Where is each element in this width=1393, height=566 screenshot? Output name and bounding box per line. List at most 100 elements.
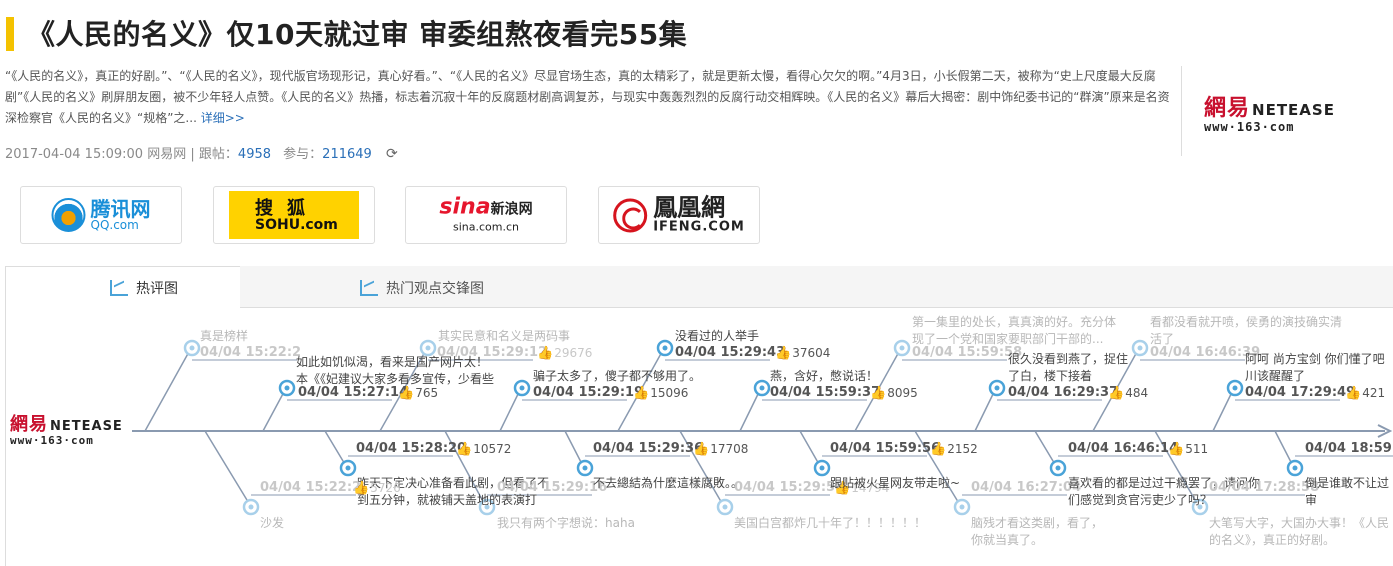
- like-count-value: 8095: [887, 386, 918, 400]
- rib-line: [144, 349, 191, 432]
- comment-node-dot-center: [722, 504, 728, 510]
- comment-text[interactable]: 骗子太多了，傻子都不够用了。: [533, 368, 733, 385]
- comment-time[interactable]: 04/04 17:28:58: [1209, 480, 1319, 495]
- comment-time[interactable]: 04/04 15:29:36: [593, 441, 703, 456]
- rib-line: [1034, 430, 1057, 467]
- comment-time[interactable]: 04/04 15:59:56: [830, 441, 940, 456]
- like-count-value: 765: [415, 386, 439, 400]
- thumb-up-icon: 👍: [1168, 442, 1185, 457]
- comment-node-dot-center: [899, 345, 905, 351]
- comment-time[interactable]: 04/04 15:29:58: [734, 480, 844, 495]
- comment-node-dot-center: [994, 385, 1000, 391]
- comment-time[interactable]: 04/04 15:29:16: [497, 480, 607, 495]
- rib-line: [204, 430, 251, 506]
- rib-line: [1212, 389, 1234, 432]
- comment-time[interactable]: 04/04 15:22:2: [200, 345, 301, 360]
- comment-node-dot-center: [959, 504, 965, 510]
- rib-line: [324, 430, 347, 467]
- rib-line: [499, 389, 521, 432]
- rib-line: [739, 389, 761, 432]
- comment-time[interactable]: 04/04 15:22:2: [260, 480, 361, 495]
- like-count[interactable]: 👍2152: [930, 442, 978, 457]
- comment-node-dot-center: [425, 345, 431, 351]
- comment-text[interactable]: 跟贴被火星网友带走啦~: [830, 475, 990, 492]
- comment-text[interactable]: 很久没看到燕了，捉住了白，楼下接着: [1008, 351, 1128, 385]
- rib-line: [1274, 430, 1294, 467]
- like-count[interactable]: 👍10572: [456, 442, 511, 457]
- comment-node-dot-center: [248, 504, 254, 510]
- like-count-value: 37604: [792, 346, 831, 360]
- like-count[interactable]: 👍484: [1108, 386, 1148, 401]
- comment-time[interactable]: 04/04 15:29:12: [437, 345, 547, 360]
- comment-node-dot-center: [189, 345, 195, 351]
- like-count-value: 484: [1125, 386, 1149, 400]
- like-count-value: 511: [1185, 442, 1209, 456]
- thumb-up-icon: 👍: [775, 346, 792, 361]
- comment-node-dot-center: [819, 465, 825, 471]
- like-count[interactable]: 👍421: [1345, 386, 1385, 401]
- thumb-up-icon: 👍: [537, 346, 554, 361]
- comment-text[interactable]: 倒是谁敢不让过审: [1305, 475, 1390, 509]
- like-count[interactable]: 👍765: [398, 386, 438, 401]
- comment-node-dot-center: [1055, 465, 1061, 471]
- comment-text[interactable]: 看都没看就开喷，侯勇的演技确实清活了: [1150, 314, 1350, 348]
- thumb-up-icon: 👍: [870, 386, 887, 401]
- comment-text[interactable]: 我只有两个字想说：haha: [497, 515, 657, 532]
- comment-time[interactable]: 04/04 16:27:04: [971, 480, 1081, 495]
- thumb-up-icon: 👍: [456, 442, 473, 457]
- like-count-value: 421: [1362, 386, 1386, 400]
- comment-time[interactable]: 04/04 15:28:20: [356, 441, 466, 456]
- rib-line: [799, 430, 821, 467]
- comment-time[interactable]: 04/04 15:29:43: [675, 345, 785, 360]
- comment-time[interactable]: 04/04 17:29:49: [1245, 385, 1355, 400]
- thumb-up-icon: 👍: [693, 442, 710, 457]
- like-count-value: 5726: [370, 481, 401, 495]
- comment-node-dot-center: [582, 465, 588, 471]
- comment-time[interactable]: 04/04 15:59:37: [770, 385, 880, 400]
- thumb-up-icon: 👍: [633, 386, 650, 401]
- comment-node-dot-center: [345, 465, 351, 471]
- like-count[interactable]: 👍511: [1168, 442, 1208, 457]
- comment-text[interactable]: 阿呵 尚方宝剑 你们懂了吧 川该醒醒了: [1245, 351, 1390, 385]
- like-count[interactable]: 👍37604: [775, 346, 830, 361]
- comment-node-dot-center: [1232, 385, 1238, 391]
- comment-time[interactable]: 04/04 16:46:14: [1068, 441, 1178, 456]
- comment-text[interactable]: 其实民意和名义是两码事: [438, 328, 598, 345]
- rib-line: [262, 389, 286, 432]
- comment-text[interactable]: 真是榜样: [200, 328, 320, 345]
- rib-line: [564, 430, 584, 467]
- like-count-value: 17708: [710, 442, 749, 456]
- thumb-up-icon: 👍: [353, 481, 370, 496]
- comment-text[interactable]: 脑残才看这类剧，看了，你就当真了。: [971, 515, 1111, 549]
- like-count[interactable]: 👍17708: [693, 442, 748, 457]
- like-count[interactable]: 👍15096: [633, 386, 688, 401]
- like-count-value: 29676: [554, 346, 593, 360]
- like-count[interactable]: 👍8095: [870, 386, 918, 401]
- thumb-up-icon: 👍: [930, 442, 947, 457]
- comment-text[interactable]: 第一集里的处长，真真演的好。充分体现了一个党和国家要职部门干部的...: [912, 314, 1117, 348]
- comment-node-dot-center: [519, 385, 525, 391]
- thumb-up-icon: 👍: [398, 386, 415, 401]
- comment-time[interactable]: 04/04 18:59:3: [1305, 441, 1393, 456]
- rib-line: [974, 389, 996, 432]
- comment-time[interactable]: 04/04 15:29:19: [533, 385, 643, 400]
- comment-time[interactable]: 04/04 16:29:37: [1008, 385, 1118, 400]
- like-count-value: 15096: [650, 386, 689, 400]
- thumb-up-icon: 👍: [1345, 386, 1362, 401]
- comment-node-dot-center: [662, 345, 668, 351]
- comment-text[interactable]: 大笔写大字，大国办大事！《人民的名义》，真正的好剧。: [1209, 515, 1390, 549]
- thumb-up-icon: 👍: [1108, 386, 1125, 401]
- comment-text[interactable]: 燕，含好，憋说话！: [770, 368, 910, 385]
- like-count[interactable]: 👍5726: [353, 481, 401, 496]
- comment-node-dot-center: [284, 385, 290, 391]
- like-count-value: 2152: [947, 442, 978, 456]
- like-count-value: 10572: [473, 442, 512, 456]
- like-count[interactable]: 👍29676: [537, 346, 592, 361]
- comment-text[interactable]: 沙发: [260, 515, 320, 532]
- fishbone-diagram: [132, 339, 1393, 516]
- comment-node-dot-center: [1137, 345, 1143, 351]
- comment-text[interactable]: 没看过的人举手: [675, 328, 795, 345]
- comment-text[interactable]: 美国白宫都炸几十年了！！！！！！: [734, 515, 934, 532]
- netease-logo-small: 網易 NETEASE www·163·com: [10, 414, 123, 447]
- comment-text[interactable]: 不去總結為什麼這樣腐敗。。: [593, 475, 753, 492]
